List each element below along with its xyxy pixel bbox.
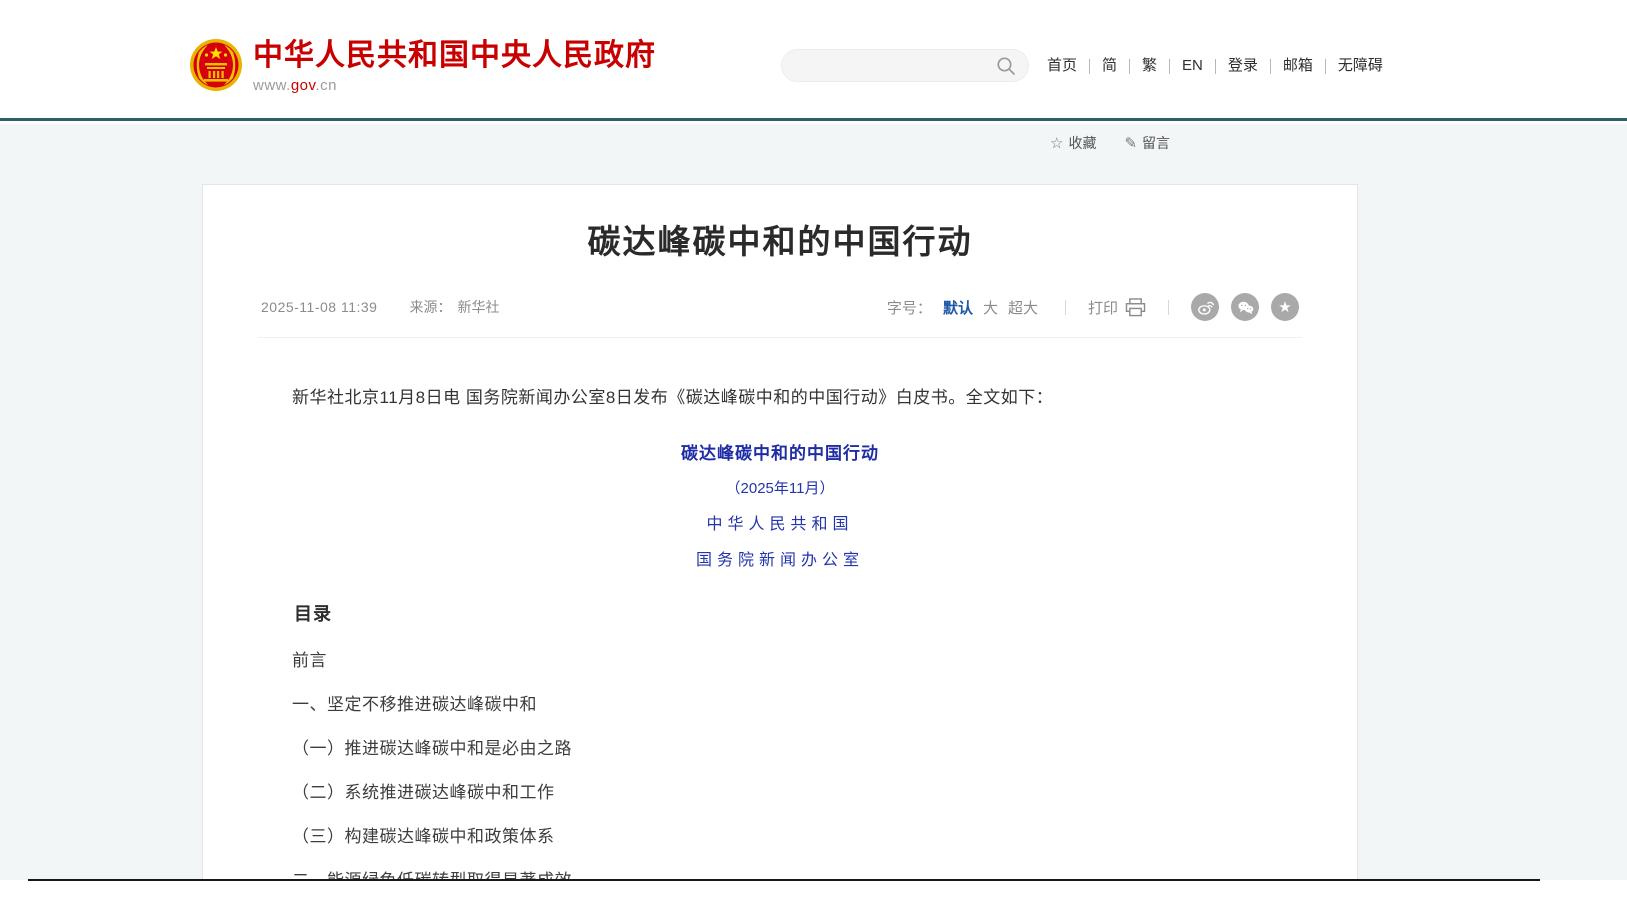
share-wechat-button[interactable] [1231,293,1259,321]
source-value[interactable]: 新华社 [457,297,499,317]
fontsize-large-button[interactable]: 大 [983,297,998,318]
toc-item-1: 一、坚定不移推进碳达峰碳中和 [258,696,1302,714]
url-cn: .cn [315,77,337,94]
nav-login[interactable]: 登录 [1225,54,1261,78]
fontsize-xlarge-button[interactable]: 超大 [1008,297,1038,318]
meta-divider [1168,300,1169,315]
window-bottom-edge [28,879,1540,881]
doc-org-line1: 中华人民共和国 [258,510,1302,534]
favorite-label: 收藏 [1068,133,1096,153]
url-www: www. [253,77,291,94]
nav-simplified[interactable]: 简 [1099,54,1120,78]
share-more-button[interactable]: ★ [1271,293,1299,321]
doc-org-line2: 国务院新闻办公室 [258,546,1302,570]
nav-divider [1169,59,1170,74]
search-box [781,49,1029,82]
fontsize-default-button[interactable]: 默认 [943,297,973,318]
top-nav: 首页 简 繁 EN 登录 邮箱 无障碍 [1044,54,1386,78]
doc-title: 碳达峰碳中和的中国行动 [258,439,1302,464]
page-background: ☆ 收藏 ✎ 留言 碳达峰碳中和的中国行动 2025-11-08 11:39 来… [0,124,1627,880]
site-header: 中华人民共和国中央人民政府 www.gov.cn 首页 简 繁 EN 登录 邮箱… [0,0,1627,121]
search-icon[interactable] [996,56,1016,76]
nav-divider [1129,59,1130,74]
star-icon: ★ [1278,300,1291,315]
national-emblem-icon [189,38,243,92]
toc-item-1-3: （三）构建碳达峰碳中和政策体系 [258,828,1302,846]
site-logo[interactable]: 中华人民共和国中央人民政府 www.gov.cn [189,38,656,94]
article-meta-left: 2025-11-08 11:39 来源： 新华社 [261,297,499,317]
nav-traditional[interactable]: 繁 [1139,54,1160,78]
message-button[interactable]: ✎ 留言 [1124,133,1170,153]
printer-icon [1125,298,1146,317]
publish-date: 2025-11-08 11:39 [261,299,377,315]
search-input[interactable] [782,50,996,81]
doc-date: （2025年11月） [258,477,1302,498]
page-title: 碳达峰碳中和的中国行动 [258,222,1302,262]
share-icons: ★ [1191,293,1299,321]
brand-text: 中华人民共和国中央人民政府 www.gov.cn [253,38,656,94]
toc-item-1-2: （二）系统推进碳达峰碳中和工作 [258,784,1302,802]
pencil-icon: ✎ [1124,134,1137,152]
site-url: www.gov.cn [253,77,656,94]
print-button[interactable]: 打印 [1088,297,1146,318]
wechat-icon [1236,298,1255,317]
nav-divider [1089,59,1090,74]
nav-divider [1215,59,1216,74]
article-card: 碳达峰碳中和的中国行动 2025-11-08 11:39 来源： 新华社 字号：… [202,184,1358,880]
article-meta-right: 字号： 默认 大 超大 打印 [887,293,1299,321]
nav-accessibility[interactable]: 无障碍 [1335,54,1386,78]
url-gov: gov [291,77,316,94]
toc-item-preface: 前言 [258,652,1302,670]
source-label: 来源： [409,297,451,317]
nav-english[interactable]: EN [1179,54,1206,78]
fontsize-label: 字号： [887,297,932,318]
toc-item-1-1: （一）推进碳达峰碳中和是必由之路 [258,740,1302,758]
article-meta-row: 2025-11-08 11:39 来源： 新华社 字号： 默认 大 超大 打印 [258,293,1302,338]
weibo-icon [1196,298,1215,317]
share-weibo-button[interactable] [1191,293,1219,321]
toc-heading: 目录 [258,600,1302,626]
article-body: 新华社北京11月8日电 国务院新闻办公室8日发布《碳达峰碳中和的中国行动》白皮书… [258,385,1302,880]
quickbar: ☆ 收藏 ✎ 留言 [1050,133,1170,153]
message-label: 留言 [1142,133,1170,153]
favorite-button[interactable]: ☆ 收藏 [1050,133,1096,153]
nav-divider [1270,59,1271,74]
nav-mail[interactable]: 邮箱 [1280,54,1316,78]
meta-divider [1065,300,1066,315]
nav-home[interactable]: 首页 [1044,54,1080,78]
site-name: 中华人民共和国中央人民政府 [253,40,656,72]
print-label: 打印 [1088,297,1118,318]
nav-divider [1325,59,1326,74]
intro-paragraph: 新华社北京11月8日电 国务院新闻办公室8日发布《碳达峰碳中和的中国行动》白皮书… [258,385,1302,411]
star-outline-icon: ☆ [1050,134,1063,152]
